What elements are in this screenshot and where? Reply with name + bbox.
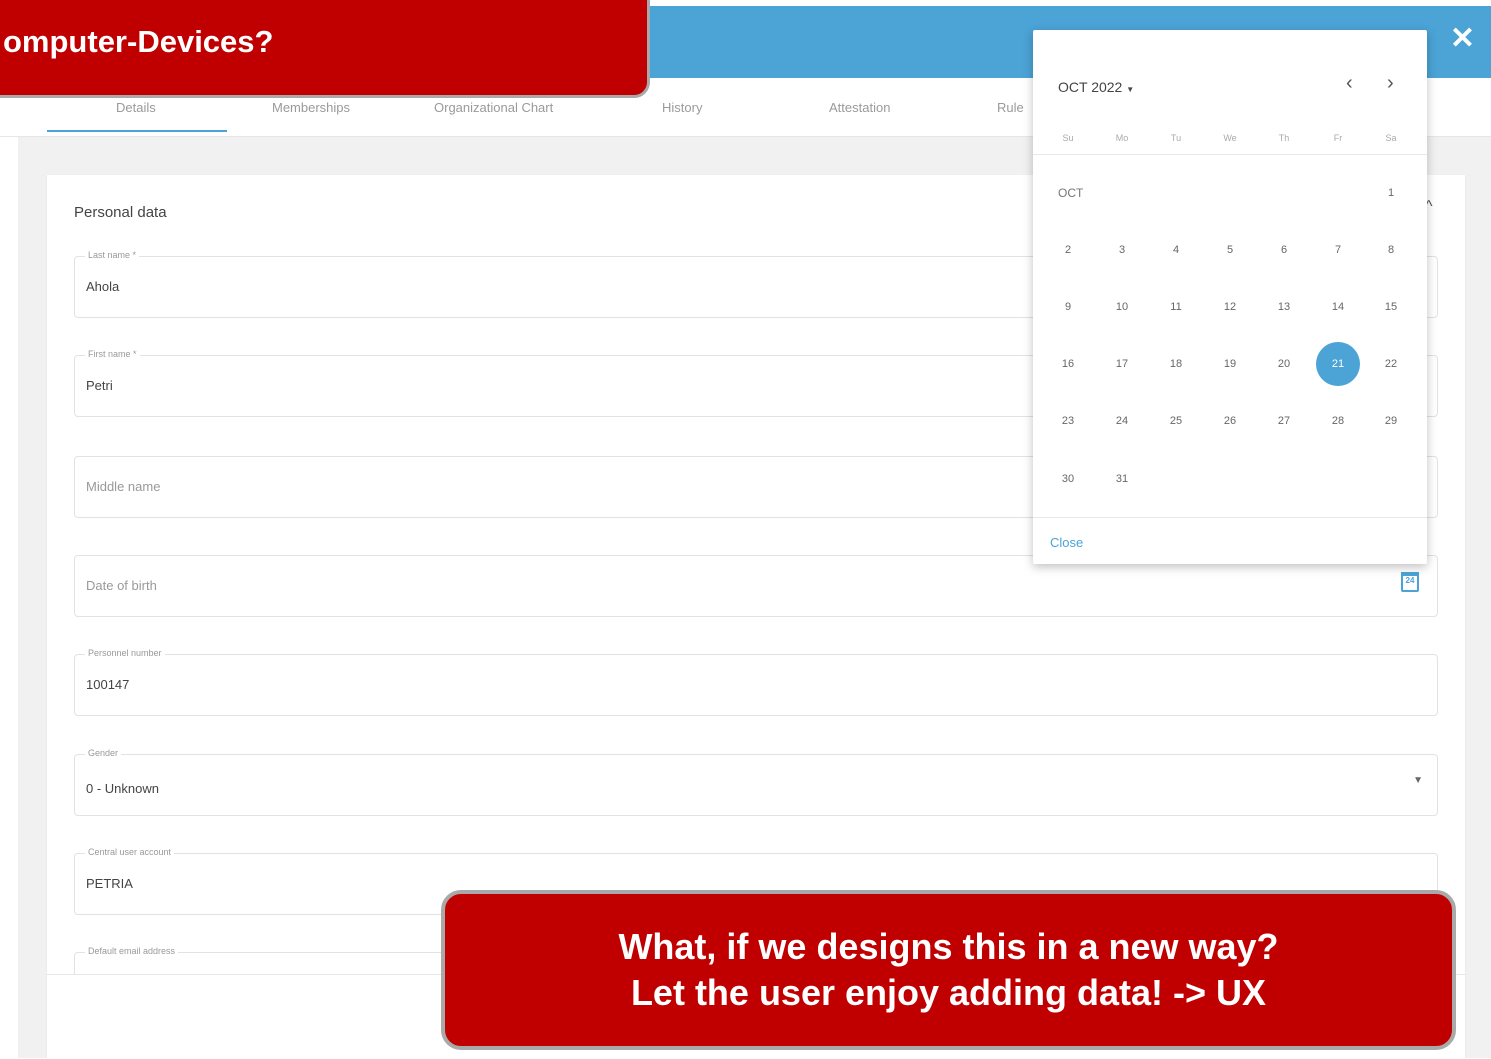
tab-organizational-chart[interactable]: Organizational Chart: [434, 100, 553, 115]
weekday-label: Th: [1278, 133, 1290, 143]
calendar-day[interactable]: 25: [1154, 399, 1198, 443]
calendar-day[interactable]: 13: [1262, 285, 1306, 329]
datepicker-close-button[interactable]: Close: [1050, 535, 1083, 550]
field-label: First name *: [85, 349, 140, 359]
calendar-day[interactable]: 2: [1046, 228, 1090, 272]
field-label: Last name *: [85, 250, 140, 260]
calendar-day[interactable]: 17: [1100, 342, 1144, 386]
calendar-day[interactable]: 24: [1100, 399, 1144, 443]
field-value: PETRIA: [86, 876, 133, 891]
gender-select[interactable]: Gender 0 - Unknown ▼: [74, 748, 1438, 816]
callout-bottom: What, if we designs this in a new way? L…: [441, 890, 1456, 1050]
calendar-day[interactable]: 30: [1046, 457, 1090, 501]
calendar-day[interactable]: 11: [1154, 285, 1198, 329]
calendar-icon[interactable]: 24: [1401, 572, 1419, 592]
weekday-label: Tu: [1170, 133, 1182, 143]
calendar-day[interactable]: 16: [1046, 342, 1090, 386]
weekday-label: We: [1223, 133, 1237, 143]
calendar-day[interactable]: 6: [1262, 228, 1306, 272]
previous-month-icon[interactable]: ‹: [1346, 72, 1353, 95]
tab-attestation[interactable]: Attestation: [829, 100, 890, 115]
calendar-day[interactable]: 3: [1100, 228, 1144, 272]
field-label: Personnel number: [85, 648, 165, 658]
callout-line-1: What, if we designs this in a new way?: [618, 926, 1279, 967]
field-value: 100147: [86, 677, 130, 692]
next-month-icon[interactable]: ›: [1387, 72, 1394, 95]
calendar-day[interactable]: 19: [1208, 342, 1252, 386]
calendar-day[interactable]: 26: [1208, 399, 1252, 443]
calendar-day[interactable]: 8: [1369, 228, 1413, 272]
section-title: Personal data: [74, 204, 167, 221]
calendar-day[interactable]: 28: [1316, 399, 1360, 443]
callout-line-2: Let the user enjoy adding data! -> UX: [630, 972, 1267, 1013]
calendar-day[interactable]: 23: [1046, 399, 1090, 443]
weekday-label: Fr: [1333, 133, 1343, 143]
weekday-label: Sa: [1385, 133, 1397, 143]
calendar-day[interactable]: 18: [1154, 342, 1198, 386]
calendar-day[interactable]: 14: [1316, 285, 1360, 329]
tab-history[interactable]: History: [662, 100, 702, 115]
calendar-day[interactable]: 4: [1154, 228, 1198, 272]
selected-day[interactable]: 21: [1316, 342, 1360, 386]
calendar-day[interactable]: 1: [1369, 171, 1413, 215]
month-year-selector[interactable]: OCT 2022 ▼: [1058, 79, 1134, 95]
calendar-day[interactable]: 20: [1262, 342, 1306, 386]
calendar-day[interactable]: 31: [1100, 457, 1144, 501]
field-label: Gender: [85, 748, 122, 758]
personnel-number-field[interactable]: Personnel number 100147: [74, 648, 1438, 716]
field-label: Default email address: [85, 946, 179, 956]
divider: [1033, 517, 1427, 518]
month-label: OCT: [1058, 186, 1084, 200]
tab-rule[interactable]: Rule: [997, 100, 1024, 115]
callout-top-text: omputer-Devices?: [3, 24, 274, 59]
close-icon[interactable]: ✕: [1450, 24, 1475, 54]
calendar-day[interactable]: 10: [1100, 285, 1144, 329]
active-tab-indicator: [47, 130, 227, 132]
date-of-birth-field[interactable]: Date of birth 24: [74, 555, 1438, 617]
field-placeholder: Date of birth: [86, 578, 157, 593]
calendar-day[interactable]: 27: [1262, 399, 1306, 443]
dropdown-arrow-icon[interactable]: ▼: [1413, 775, 1423, 786]
calendar-day[interactable]: 15: [1369, 285, 1413, 329]
callout-top: omputer-Devices?: [0, 0, 650, 98]
divider: [1033, 154, 1427, 155]
month-year-label: OCT 2022: [1058, 79, 1123, 95]
field-value: Petri: [86, 378, 113, 393]
calendar-day[interactable]: 7: [1316, 228, 1360, 272]
tab-details[interactable]: Details: [116, 100, 156, 115]
calendar-day[interactable]: 29: [1369, 399, 1413, 443]
field-value: 0 - Unknown: [86, 781, 159, 796]
calendar-day[interactable]: 22: [1369, 342, 1413, 386]
calendar-day[interactable]: 9: [1046, 285, 1090, 329]
dropdown-arrow-icon: ▼: [1126, 85, 1135, 94]
calendar-day[interactable]: 12: [1208, 285, 1252, 329]
field-placeholder: Middle name: [86, 479, 161, 494]
weekday-label: Mo: [1115, 133, 1129, 143]
date-picker-popup: OCT 2022 ▼ ‹ › Su Mo Tu We Th Fr Sa OCT 123456…: [1033, 30, 1427, 564]
tab-memberships[interactable]: Memberships: [272, 100, 350, 115]
field-value: Ahola: [86, 279, 120, 294]
weekday-label: Su: [1062, 133, 1074, 143]
field-label: Central user account: [85, 847, 175, 857]
calendar-day[interactable]: 5: [1208, 228, 1252, 272]
